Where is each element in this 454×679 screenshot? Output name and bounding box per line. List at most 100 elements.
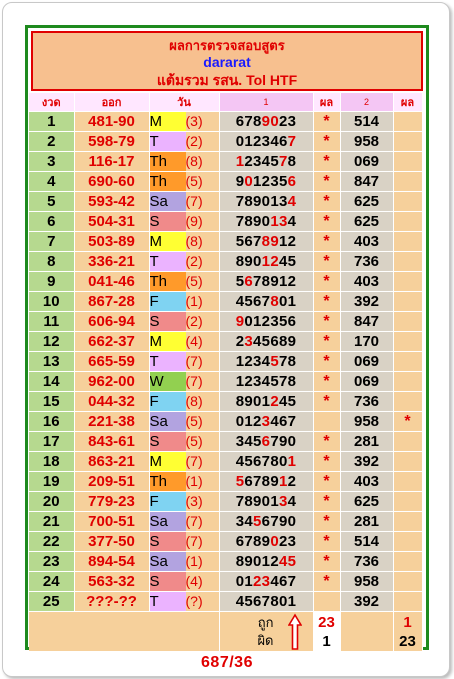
set1-value: 7890134 xyxy=(235,493,297,510)
table-row: 17 843-61 S (5) 3456790 * 281 xyxy=(29,431,423,452)
set2-digits: 403 xyxy=(340,271,394,292)
drawn-result: 779-23 xyxy=(74,491,150,512)
day-cell: Th (5) xyxy=(149,171,220,192)
set1-digits: 1234578 xyxy=(219,151,314,172)
drawn-result: 962-00 xyxy=(74,371,150,392)
set1-digits: 5678912 xyxy=(219,231,314,252)
day-cell: Sa (1) xyxy=(149,551,220,572)
day-badge: Th xyxy=(149,272,186,291)
day-badge: S xyxy=(149,432,186,451)
table-row: 5 593-42 Sa (7) 7890134 * 625 xyxy=(29,191,423,212)
day-cell: S (7) xyxy=(149,531,220,552)
set1-value: 6789023 xyxy=(235,533,297,550)
draw-number: 22 xyxy=(29,531,75,552)
col-header-out: ออก xyxy=(74,93,150,112)
set2-digits: 958 xyxy=(340,411,394,432)
drawn-result: 662-37 xyxy=(74,331,150,352)
set2-result xyxy=(393,231,423,252)
draw-number: 5 xyxy=(29,191,75,212)
day-cell: Sa (7) xyxy=(149,511,220,532)
set2-result xyxy=(393,291,423,312)
day-badge: M xyxy=(149,332,186,351)
day-cell: F (8) xyxy=(149,391,220,412)
set1-result: * xyxy=(313,491,341,512)
set1-value: 6789023 xyxy=(235,113,297,130)
set2-digits: 736 xyxy=(340,551,394,572)
draw-number: 25 xyxy=(29,591,75,612)
day-cell: Sa (7) xyxy=(149,191,220,212)
table-row: 19 209-51 Th (1) 5678912 * 403 xyxy=(29,471,423,492)
day-number: (7) xyxy=(185,193,203,209)
draw-number: 19 xyxy=(29,471,75,492)
set1-digits: 6789023 xyxy=(219,111,314,132)
drawn-result: 041-46 xyxy=(74,271,150,292)
set1-digits: 8901245 xyxy=(219,391,314,412)
drawn-result: 209-51 xyxy=(74,471,150,492)
table-row: 15 044-32 F (8) 8901245 * 736 xyxy=(29,391,423,412)
draw-number: 8 xyxy=(29,251,75,272)
day-number: (2) xyxy=(185,253,203,269)
day-cell: M (8) xyxy=(149,231,220,252)
set2-result xyxy=(393,551,423,572)
up-arrow-icon xyxy=(287,613,302,650)
set2-result xyxy=(393,211,423,232)
set2-digits: 069 xyxy=(340,371,394,392)
day-badge: S xyxy=(149,312,186,331)
set1-value: 4567801 xyxy=(235,293,297,310)
day-badge: T xyxy=(149,592,186,611)
draw-number: 10 xyxy=(29,291,75,312)
set1-result xyxy=(313,411,341,432)
drawn-result: 503-89 xyxy=(74,231,150,252)
set1-result: * xyxy=(313,291,341,312)
table-row: 23 894-54 Sa (1) 8901245 * 736 xyxy=(29,551,423,572)
set1-digits: 4567801 xyxy=(219,291,314,312)
set2-result xyxy=(393,151,423,172)
day-number: (4) xyxy=(185,573,203,589)
drawn-result: 863-21 xyxy=(74,451,150,472)
set1-digits: 9012356 xyxy=(219,311,314,332)
set1-value: 0123467 xyxy=(235,573,297,590)
right-label: ถูก xyxy=(257,615,274,630)
draw-number: 18 xyxy=(29,451,75,472)
drawn-result: 700-51 xyxy=(74,511,150,532)
set1-result: * xyxy=(313,151,341,172)
table-row: 14 962-00 W (7) 1234578 * 069 xyxy=(29,371,423,392)
day-cell: T (2) xyxy=(149,251,220,272)
set1-digits: 8901245 xyxy=(219,251,314,272)
set1-digits: 1234578 xyxy=(219,351,314,372)
drawn-result: 563-32 xyxy=(74,571,150,592)
day-number: (5) xyxy=(185,173,203,189)
set2-digits: 170 xyxy=(340,331,394,352)
set2-result xyxy=(393,431,423,452)
draw-number: 14 xyxy=(29,371,75,392)
day-cell: T (2) xyxy=(149,131,220,152)
day-badge: Sa xyxy=(149,412,186,431)
set2-digits: 847 xyxy=(340,171,394,192)
day-badge: Th xyxy=(149,472,186,491)
set1-result: * xyxy=(313,531,341,552)
set2-digits: 281 xyxy=(340,511,394,532)
set2-digits: 736 xyxy=(340,251,394,272)
day-number: (5) xyxy=(185,273,203,289)
table-row: 12 662-37 M (4) 2345689 * 170 xyxy=(29,331,423,352)
day-badge: T xyxy=(149,132,186,151)
set1-digits: 2345689 xyxy=(219,331,314,352)
set2-result xyxy=(393,111,423,132)
set2-result xyxy=(393,371,423,392)
day-number: (7) xyxy=(185,373,203,389)
set2-result xyxy=(393,571,423,592)
draw-number: 17 xyxy=(29,431,75,452)
set1-value: 5678912 xyxy=(235,233,297,250)
set1-result: * xyxy=(313,511,341,532)
draw-number: 13 xyxy=(29,351,75,372)
day-badge: Th xyxy=(149,152,186,171)
day-number: (2) xyxy=(185,313,203,329)
set2-digits: 069 xyxy=(340,151,394,172)
set1-value: 1234578 xyxy=(235,353,297,370)
draw-number: 7 xyxy=(29,231,75,252)
set1-digits: 5678912 xyxy=(219,271,314,292)
drawn-result: 665-59 xyxy=(74,351,150,372)
set1-result: * xyxy=(313,431,341,452)
set2-result xyxy=(393,311,423,332)
set2-wrong-count: 23 xyxy=(399,632,416,650)
